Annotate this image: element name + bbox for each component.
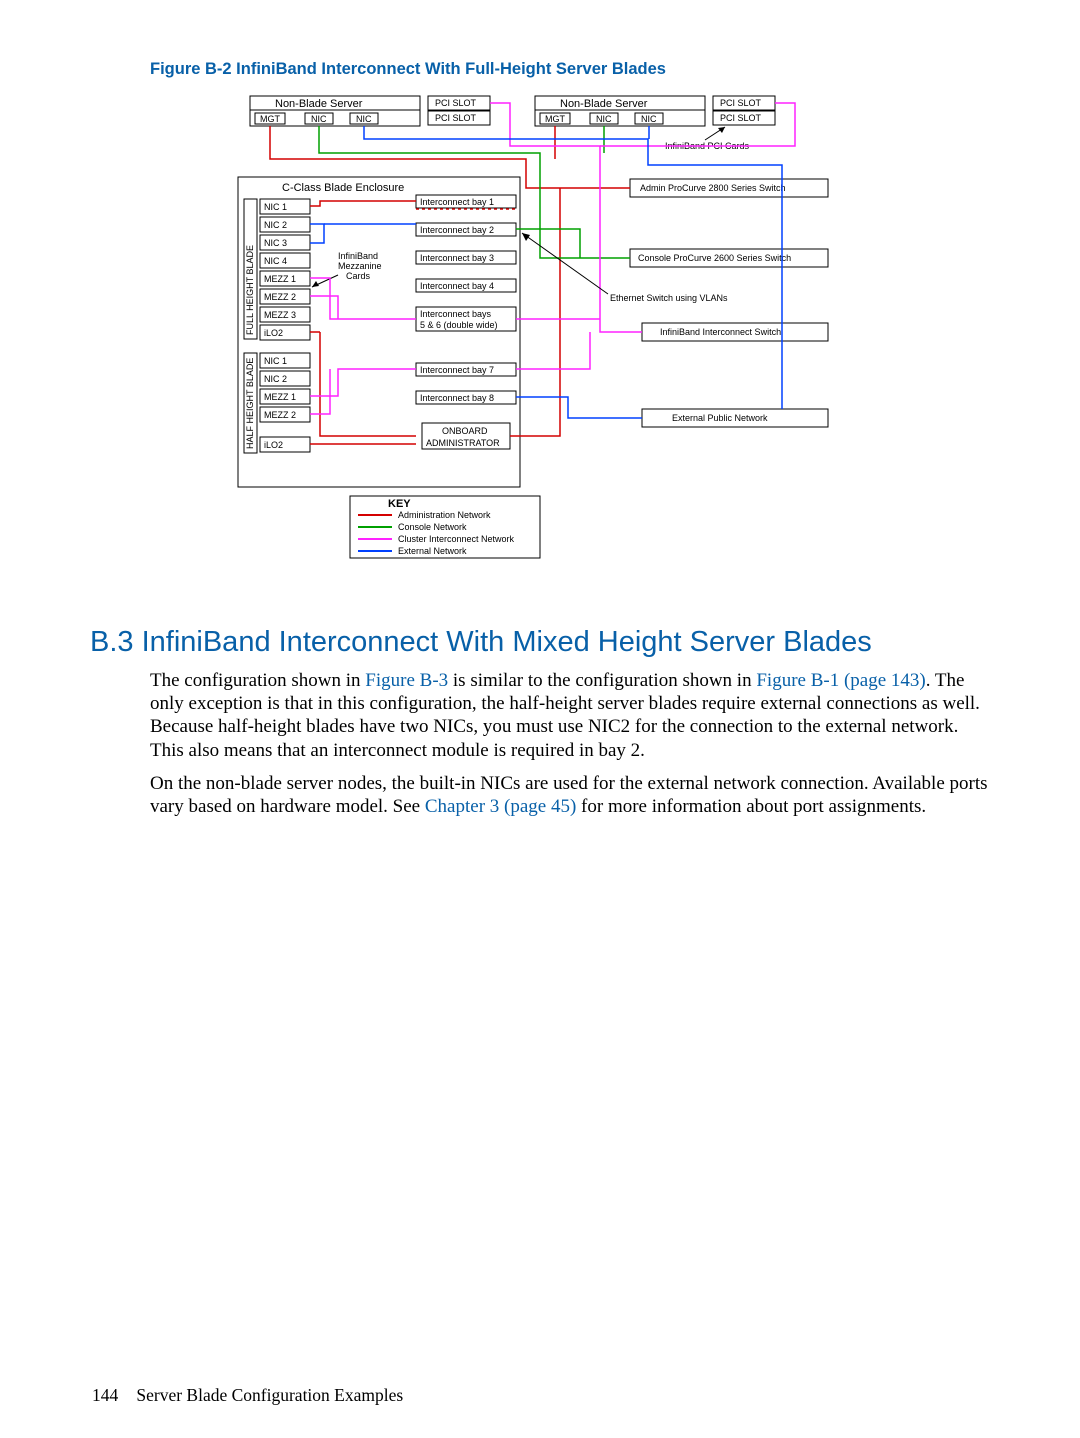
section-heading: B.3 InfiniBand Interconnect With Mixed H…: [90, 626, 990, 659]
footer-text: Server Blade Configuration Examples: [136, 1385, 403, 1405]
svg-text:NIC: NIC: [356, 114, 372, 124]
figure-diagram: Non-Blade Server MGT NIC NIC PCI SLOT PC…: [90, 91, 990, 596]
svg-text:FULL HEIGHT BLADE: FULL HEIGHT BLADE: [245, 245, 255, 335]
svr1-title: Non-Blade Server: [275, 98, 363, 110]
diagram-svg: Non-Blade Server MGT NIC NIC PCI SLOT PC…: [220, 91, 860, 591]
svg-text:NIC 4: NIC 4: [264, 256, 287, 266]
svg-text:iLO2: iLO2: [264, 440, 283, 450]
svg-text:MEZZ 2: MEZZ 2: [264, 410, 296, 420]
link-figure-b3[interactable]: Figure B-3: [365, 670, 448, 691]
svg-text:PCI SLOT: PCI SLOT: [720, 113, 762, 123]
bays: Interconnect bay 1 Interconnect bay 2 In…: [416, 195, 516, 449]
svg-text:NIC 2: NIC 2: [264, 220, 287, 230]
svg-text:iLO2: iLO2: [264, 328, 283, 338]
svg-text:Cards: Cards: [346, 271, 371, 281]
link-chapter-3[interactable]: Chapter 3 (page 45): [425, 796, 576, 817]
svg-text:Admin ProCurve 2800 Series Swi: Admin ProCurve 2800 Series Switch: [640, 183, 786, 193]
svg-text:PCI SLOT: PCI SLOT: [435, 113, 477, 123]
svg-text:PCI SLOT: PCI SLOT: [720, 98, 762, 108]
svg-text:Console ProCurve 2600 Series S: Console ProCurve 2600 Series Switch: [638, 253, 791, 263]
section-paragraph-2: On the non-blade server nodes, the built…: [150, 772, 990, 818]
svg-text:InfiniBand: InfiniBand: [338, 251, 378, 261]
svg-text:Administration Network: Administration Network: [398, 510, 491, 520]
svg-text:NIC: NIC: [641, 114, 657, 124]
svg-text:5 & 6 (double wide): 5 & 6 (double wide): [420, 320, 498, 330]
svg-text:MEZZ 2: MEZZ 2: [264, 292, 296, 302]
svg-text:Interconnect bay 8: Interconnect bay 8: [420, 393, 494, 403]
svg-text:Interconnect bay 7: Interconnect bay 7: [420, 365, 494, 375]
svg-text:NIC 2: NIC 2: [264, 374, 287, 384]
page-footer: 144 Server Blade Configuration Examples: [92, 1385, 403, 1406]
figure-caption: Figure B-2 InfiniBand Interconnect With …: [150, 60, 990, 79]
svg-text:MGT: MGT: [260, 114, 280, 124]
svg-text:Cluster Interconnect Network: Cluster Interconnect Network: [398, 534, 515, 544]
svg-text:PCI SLOT: PCI SLOT: [435, 98, 477, 108]
svg-text:C-Class Blade Enclosure: C-Class Blade Enclosure: [282, 182, 404, 194]
page: Figure B-2 InfiniBand Interconnect With …: [0, 0, 1080, 1438]
svg-text:MGT: MGT: [545, 114, 565, 124]
svg-text:Interconnect bay 4: Interconnect bay 4: [420, 281, 494, 291]
svr2-title: Non-Blade Server: [560, 98, 648, 110]
svg-text:External Public Network: External Public Network: [672, 413, 768, 423]
svg-text:ADMINISTRATOR: ADMINISTRATOR: [426, 438, 500, 448]
svg-text:Interconnect bay 1: Interconnect bay 1: [420, 197, 494, 207]
svg-text:MEZZ 3: MEZZ 3: [264, 310, 296, 320]
svg-text:NIC 1: NIC 1: [264, 356, 287, 366]
svg-text:Interconnect bay 3: Interconnect bay 3: [420, 253, 494, 263]
svg-text:MEZZ 1: MEZZ 1: [264, 274, 296, 284]
svg-text:HALF HEIGHT BLADE: HALF HEIGHT BLADE: [245, 358, 255, 449]
svg-text:Interconnect bay 2: Interconnect bay 2: [420, 225, 494, 235]
svg-text:ONBOARD: ONBOARD: [442, 426, 488, 436]
svg-text:Console Network: Console Network: [398, 522, 467, 532]
svg-text:NIC 1: NIC 1: [264, 202, 287, 212]
page-number: 144: [92, 1385, 132, 1406]
svg-text:NIC: NIC: [311, 114, 327, 124]
svg-text:NIC: NIC: [596, 114, 612, 124]
link-figure-b1[interactable]: Figure B-1 (page 143): [756, 670, 925, 691]
svg-text:Ethernet Switch using VLANs: Ethernet Switch using VLANs: [610, 293, 728, 303]
svg-text:NIC 3: NIC 3: [264, 238, 287, 248]
svg-text:Interconnect bays: Interconnect bays: [420, 309, 492, 319]
full-items: NIC 1 NIC 2 NIC 3 NIC 4 MEZZ 1 MEZZ 2 ME…: [260, 199, 310, 340]
half-items: NIC 1 NIC 2 MEZZ 1 MEZZ 2 iLO2: [260, 353, 310, 452]
svg-text:External Network: External Network: [398, 546, 467, 556]
svg-text:MEZZ 1: MEZZ 1: [264, 392, 296, 402]
svg-text:Mezzanine: Mezzanine: [338, 261, 382, 271]
svg-text:KEY: KEY: [388, 498, 411, 510]
svg-text:InfiniBand Interconnect Switch: InfiniBand Interconnect Switch: [660, 327, 781, 337]
section-paragraph-1: The configuration shown in Figure B-3 is…: [150, 669, 990, 762]
